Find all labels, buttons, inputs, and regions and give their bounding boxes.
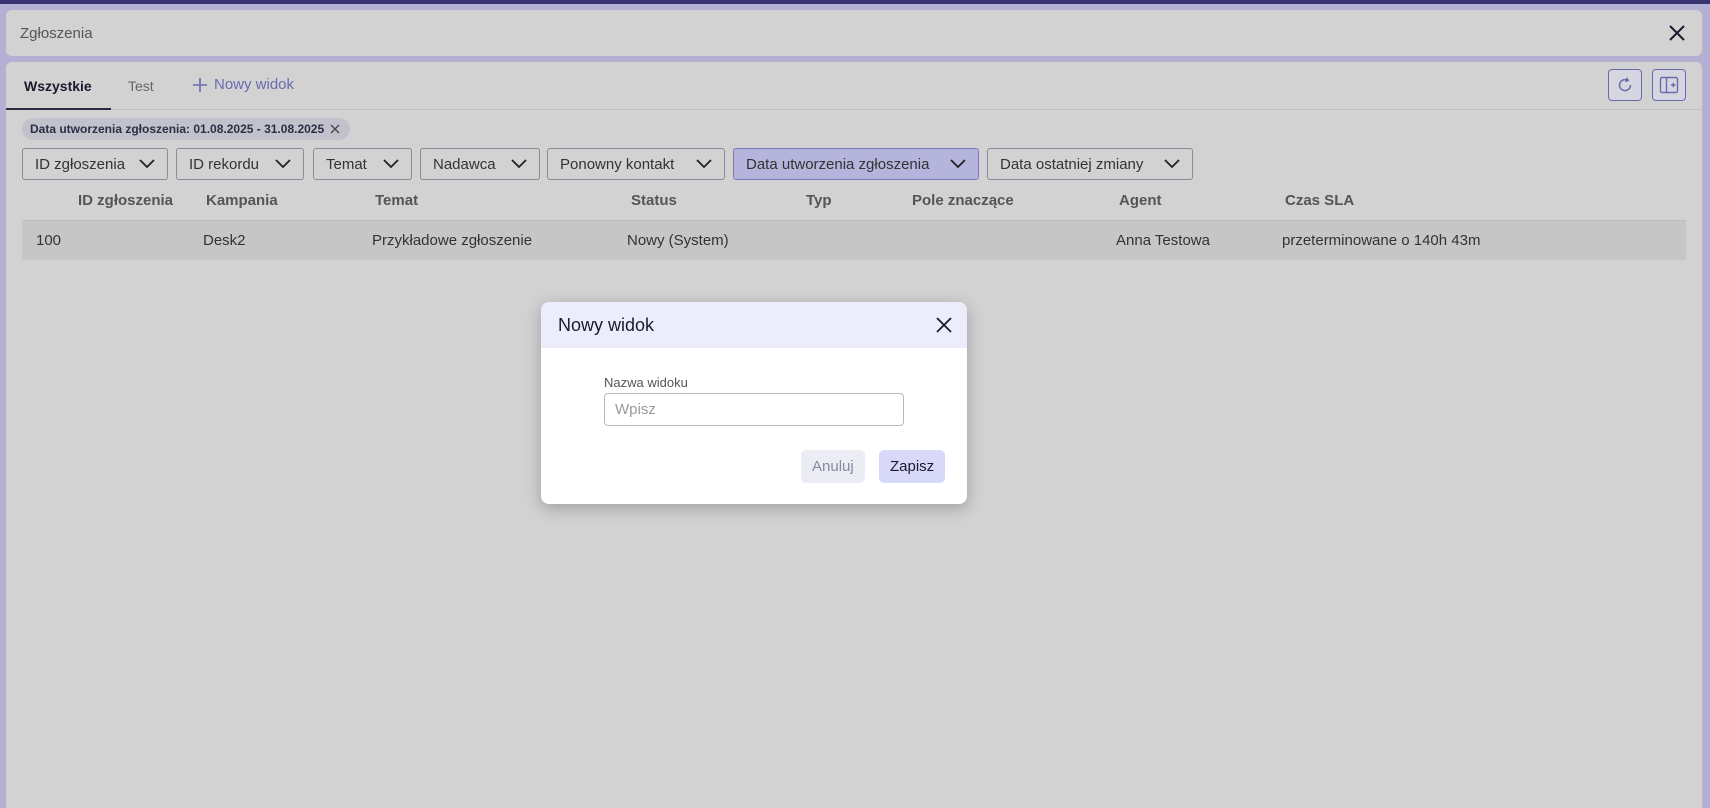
remove-filter-button[interactable] bbox=[330, 124, 340, 134]
new-view-label: Nowy widok bbox=[214, 76, 295, 93]
dialog-title: Nowy widok bbox=[558, 315, 655, 335]
close-icon[interactable] bbox=[1666, 22, 1688, 44]
view-name-label: Nazwa widoku bbox=[604, 375, 688, 390]
column-header-id[interactable]: ID zgłoszenia bbox=[78, 192, 173, 209]
chevron-down-icon bbox=[511, 159, 527, 169]
top-accent-bar bbox=[0, 0, 1710, 4]
columns-button[interactable] bbox=[1652, 69, 1686, 101]
column-header-kampania[interactable]: Kampania bbox=[206, 192, 278, 209]
window-header: Zgłoszenia bbox=[6, 10, 1702, 56]
active-filter-chip: Data utworzenia zgłoszenia: 01.08.2025 -… bbox=[22, 118, 351, 140]
cell-agent: Anna Testowa bbox=[1116, 232, 1210, 249]
view-name-input[interactable] bbox=[604, 393, 904, 426]
cell-id: 100 bbox=[36, 232, 62, 249]
filter-label: ID rekordu bbox=[189, 155, 260, 173]
chevron-down-icon bbox=[1164, 159, 1180, 169]
column-header-status[interactable]: Status bbox=[631, 192, 677, 209]
cell-czas-sla: przeterminowane o 140h 43m bbox=[1282, 232, 1481, 249]
filter-label: Nadawca bbox=[433, 155, 496, 173]
filter-id-rekordu[interactable]: ID rekordu bbox=[176, 148, 304, 180]
save-button[interactable]: Zapisz bbox=[879, 450, 946, 483]
active-tab-indicator bbox=[6, 108, 111, 110]
dialog-header: Nowy widok bbox=[541, 302, 967, 348]
filter-data-utworzenia[interactable]: Data utworzenia zgłoszenia bbox=[733, 148, 979, 180]
cell-status: Nowy (System) bbox=[627, 232, 729, 249]
tab-test[interactable]: Test bbox=[128, 78, 154, 94]
table-row[interactable]: 100 Desk2 Przykładowe zgłoszenie Nowy (S… bbox=[22, 220, 1686, 260]
filter-label: ID zgłoszenia bbox=[35, 155, 126, 173]
column-header-agent[interactable]: Agent bbox=[1119, 192, 1162, 209]
close-icon[interactable] bbox=[935, 316, 953, 334]
filter-id-zgloszenia[interactable]: ID zgłoszenia bbox=[22, 148, 168, 180]
column-layout-icon bbox=[1659, 76, 1679, 94]
refresh-button[interactable] bbox=[1608, 69, 1642, 101]
filter-ponowny-kontakt[interactable]: Ponowny kontakt bbox=[547, 148, 725, 180]
filter-nadawca[interactable]: Nadawca bbox=[420, 148, 540, 180]
cell-kampania: Desk2 bbox=[203, 232, 246, 249]
window-title: Zgłoszenia bbox=[20, 25, 93, 42]
column-header-temat[interactable]: Temat bbox=[375, 192, 418, 209]
cancel-button[interactable]: Anuluj bbox=[801, 450, 865, 483]
refresh-icon bbox=[1618, 77, 1632, 92]
view-tabs: Wszystkie Test Nowy widok bbox=[6, 62, 1702, 110]
filter-label: Temat bbox=[326, 155, 367, 173]
chevron-down-icon bbox=[950, 159, 966, 169]
cell-temat: Przykładowe zgłoszenie bbox=[372, 232, 533, 249]
new-view-dialog: Nowy widok Nazwa widoku Anuluj Zapisz bbox=[541, 302, 967, 504]
column-header-typ[interactable]: Typ bbox=[806, 192, 832, 209]
filter-label: Data utworzenia zgłoszenia bbox=[746, 155, 930, 173]
filter-temat[interactable]: Temat bbox=[313, 148, 412, 180]
column-header-pole-znaczace[interactable]: Pole znaczące bbox=[912, 192, 1014, 209]
chevron-down-icon bbox=[275, 159, 291, 169]
chevron-down-icon bbox=[139, 159, 155, 169]
filter-data-ostatniej-zmiany[interactable]: Data ostatniej zmiany bbox=[987, 148, 1193, 180]
close-icon bbox=[330, 124, 340, 134]
column-header-czas-sla[interactable]: Czas SLA bbox=[1285, 192, 1354, 209]
chip-label: Data utworzenia zgłoszenia: 01.08.2025 -… bbox=[30, 122, 325, 136]
plus-icon bbox=[193, 77, 207, 92]
chevron-down-icon bbox=[383, 159, 399, 169]
filter-label: Data ostatniej zmiany bbox=[1000, 155, 1144, 173]
chevron-down-icon bbox=[696, 159, 712, 169]
new-view-button[interactable]: Nowy widok bbox=[192, 76, 294, 93]
filter-label: Ponowny kontakt bbox=[560, 155, 675, 173]
tab-wszystkie[interactable]: Wszystkie bbox=[24, 78, 92, 94]
